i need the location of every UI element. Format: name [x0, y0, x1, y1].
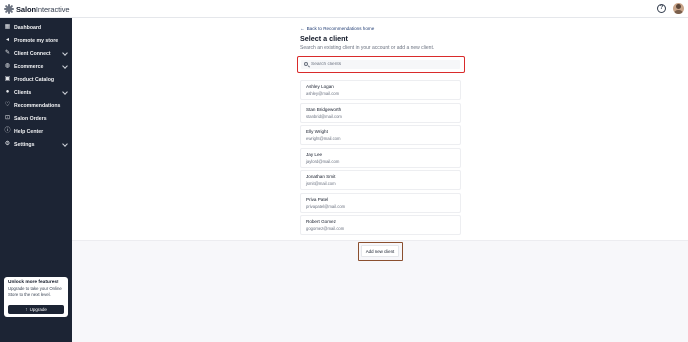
sidebar-item-ecommerce[interactable]: ◍ Ecommerce: [0, 60, 72, 73]
chevron-down-icon: [62, 141, 68, 147]
avatar[interactable]: [673, 3, 684, 14]
sidebar-item-clients[interactable]: ● Clients: [0, 86, 72, 99]
chevron-down-icon: [62, 89, 68, 95]
info-icon: ⓘ: [4, 128, 11, 134]
client-list: Ashley Logan ashley@mail.com Stan Bridge…: [300, 80, 461, 238]
gear-icon: ⚙: [4, 141, 11, 147]
sidebar-item-label: Client Connect: [14, 50, 51, 57]
client-email: jaylord@mail.com: [306, 158, 340, 164]
sidebar-item-label: Clients: [14, 89, 32, 96]
client-email: gogomez@mail.com: [306, 226, 345, 231]
search-input[interactable]: [311, 59, 456, 69]
megaphone-icon: ◂: [5, 37, 9, 43]
client-email: privapatel@mail.com: [306, 203, 346, 209]
sidebar-item-label: Settings: [14, 141, 35, 148]
client-email: jsmit@mail.com: [306, 181, 336, 186]
sidebar-item-label: Promote my store: [14, 37, 59, 44]
heart-icon: ♡: [4, 102, 11, 108]
sidebar-item-label: Ecommerce: [14, 63, 44, 70]
client-name: Robert Gomez: [306, 219, 336, 224]
list-item[interactable]: Elly Wright ewright@mail.com: [300, 125, 461, 145]
client-email: stanbrid@mail.com: [306, 113, 342, 119]
sidebar-item-label: Salon Orders: [14, 115, 47, 122]
help-icon[interactable]: ?: [657, 4, 666, 13]
chevron-down-icon: [62, 50, 68, 56]
list-item[interactable]: Stan Bridgeworth stanbrid@mail.com: [300, 102, 461, 123]
upgrade-card-text: Upgrade to take your Online Store to the…: [8, 286, 62, 297]
pencil-icon: ✎: [4, 50, 11, 56]
list-item[interactable]: Jay Lee jaylord@mail.com: [300, 147, 461, 168]
top-bar: SalonInteractive ?: [0, 0, 688, 18]
client-name: Jonathan Smit: [306, 174, 336, 179]
sidebar-item-recommendations[interactable]: ♡ Recommendations: [0, 99, 72, 112]
users-icon: ●: [5, 89, 10, 95]
search-icon: [304, 61, 308, 66]
logo-mark-icon: [4, 4, 14, 14]
upgrade-card-title: Unlock more features!: [8, 280, 59, 285]
back-link-label: Back to Recommendations home: [306, 26, 375, 31]
upgrade-card: Unlock more features! Upgrade to take yo…: [4, 277, 68, 317]
sidebar-item-label: Help Center: [14, 128, 44, 135]
grid-icon: ▦: [4, 24, 11, 30]
main-content: ← Back to Recommendations home Select a c…: [72, 18, 688, 342]
sidebar-item-salon-orders[interactable]: ⊡ Salon Orders: [0, 112, 72, 125]
add-new-client-button[interactable]: Add new client: [361, 245, 399, 257]
box-icon: ▣: [4, 76, 11, 82]
sidebar-item-label: Dashboard: [14, 24, 42, 31]
sidebar-item-client-connect[interactable]: ✎ Client Connect: [0, 47, 72, 60]
client-name: Stan Bridgeworth: [306, 106, 342, 112]
search-box[interactable]: [301, 59, 460, 69]
search-highlight: [297, 56, 465, 73]
client-name: Elly Wright: [306, 129, 328, 134]
list-item[interactable]: Priva Patel privapatel@mail.com: [300, 192, 461, 213]
sidebar-item-label: Recommendations: [14, 102, 61, 109]
back-link[interactable]: ← Back to Recommendations home: [300, 26, 374, 31]
sidebar-item-dashboard[interactable]: ▦ Dashboard: [0, 21, 72, 34]
arrow-up-icon: ↑: [25, 307, 28, 313]
sidebar-item-help-center[interactable]: ⓘ Help Center: [0, 125, 72, 138]
page-subtitle: Search an existing client in your accoun…: [300, 45, 435, 51]
chevron-down-icon: [62, 63, 68, 69]
sidebar-item-settings[interactable]: ⚙ Settings: [0, 138, 72, 151]
sidebar-nav: ▦ Dashboard ◂ Promote my store ✎ Client …: [0, 18, 72, 151]
add-client-highlight: Add new client: [358, 242, 403, 261]
list-item[interactable]: Ashley Logan ashley@mail.com: [300, 80, 461, 100]
sidebar-item-label: Product Catalog: [14, 76, 55, 83]
app-logo[interactable]: SalonInteractive: [4, 3, 70, 15]
globe-icon: ◍: [4, 63, 11, 69]
sidebar-item-promote-my-store[interactable]: ◂ Promote my store: [0, 34, 72, 47]
upgrade-button[interactable]: ↑ Upgrade: [8, 305, 64, 314]
upgrade-button-label: Upgrade: [29, 307, 47, 312]
list-item[interactable]: Robert Gomez gogomez@mail.com: [300, 215, 461, 235]
list-item[interactable]: Jonathan Smit jsmit@mail.com: [300, 170, 461, 190]
cart-icon: ⊡: [4, 115, 11, 121]
sidebar: ▦ Dashboard ◂ Promote my store ✎ Client …: [0, 18, 72, 342]
client-name: Priva Patel: [306, 196, 329, 202]
client-name: Ashley Logan: [306, 84, 334, 89]
page-title: Select a client: [300, 34, 348, 43]
arrow-left-icon: ←: [300, 26, 305, 31]
logo-text: SalonInteractive: [16, 4, 70, 14]
sidebar-item-product-catalog[interactable]: ▣ Product Catalog: [0, 73, 72, 86]
client-name: Jay Lee: [306, 151, 323, 157]
client-email: ewright@mail.com: [306, 136, 341, 141]
client-email: ashley@mail.com: [306, 91, 340, 96]
